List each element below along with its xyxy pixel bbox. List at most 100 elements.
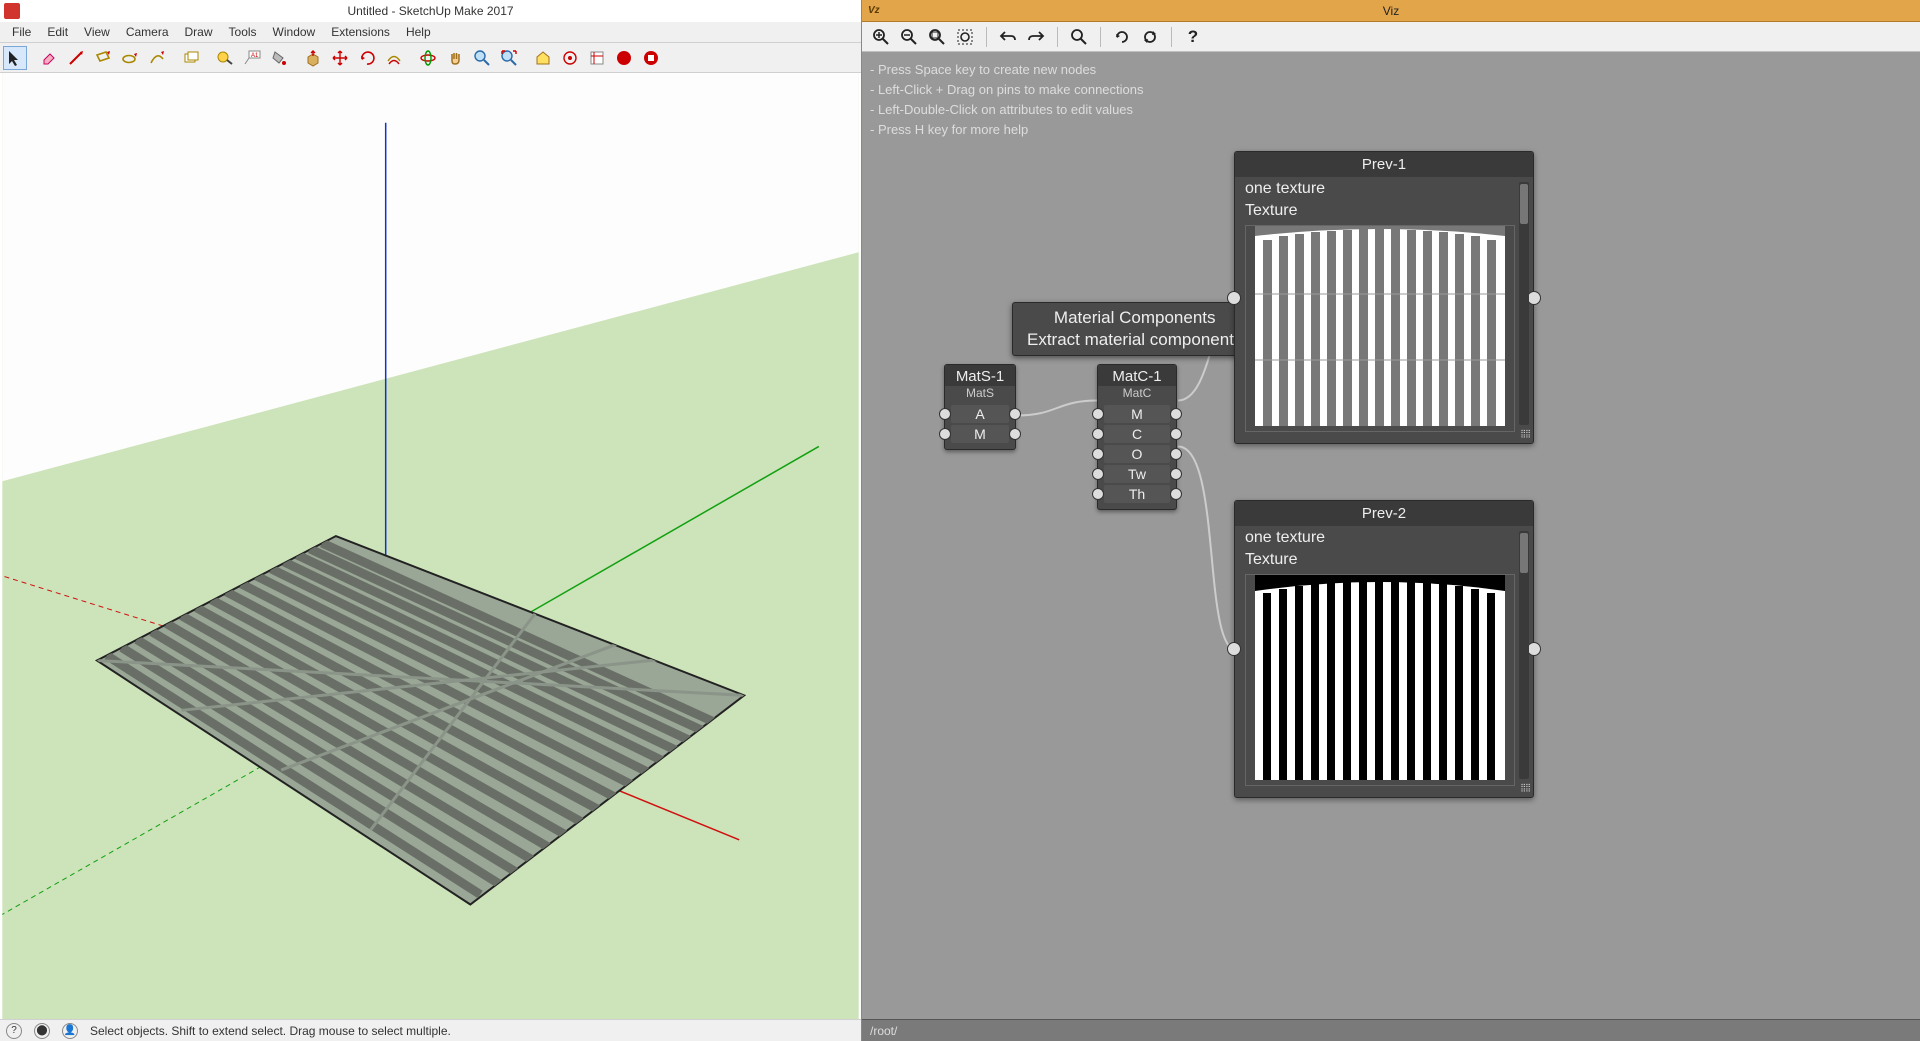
tool-pushpull[interactable]: [301, 46, 325, 70]
pin-out[interactable]: [1009, 408, 1021, 420]
preview-label: Texture: [1235, 199, 1533, 221]
menu-draw[interactable]: Draw: [177, 23, 221, 41]
tool-offset[interactable]: [382, 46, 406, 70]
zoom-fit-icon[interactable]: [924, 25, 950, 49]
help-icon[interactable]: ?: [1180, 25, 1206, 49]
tool-extension-warehouse[interactable]: [558, 46, 582, 70]
node-attr[interactable]: O: [1104, 445, 1170, 463]
sketchup-titlebar: Untitled - SketchUp Make 2017: [0, 0, 861, 22]
node-prev2[interactable]: Prev-2 one texture Texture: [1234, 500, 1534, 798]
node-attr[interactable]: C: [1104, 425, 1170, 443]
tool-arc[interactable]: [145, 46, 169, 70]
pin-in[interactable]: [939, 408, 951, 420]
tool-tape-measure[interactable]: [213, 46, 237, 70]
status-icon-geo[interactable]: ⬤: [34, 1023, 50, 1039]
menu-file[interactable]: File: [4, 23, 39, 41]
pin-in[interactable]: [1227, 291, 1241, 305]
viz-statusbar: /root/: [862, 1019, 1920, 1041]
pin-out[interactable]: [1170, 448, 1182, 460]
zoom-out-icon[interactable]: [896, 25, 922, 49]
pin-out[interactable]: [1009, 428, 1021, 440]
refresh-all-icon[interactable]: [1137, 25, 1163, 49]
tool-layout[interactable]: [585, 46, 609, 70]
pin-out[interactable]: [1170, 408, 1182, 420]
pin-out[interactable]: [1527, 642, 1541, 656]
menu-extensions[interactable]: Extensions: [323, 23, 398, 41]
menu-help[interactable]: Help: [398, 23, 439, 41]
pin-in[interactable]: [1092, 408, 1104, 420]
undo-icon[interactable]: [995, 25, 1021, 49]
tool-extension1[interactable]: [612, 46, 636, 70]
viz-canvas[interactable]: Press Space key to create new nodes Left…: [862, 52, 1920, 1019]
viz-app-icon: Vz: [868, 5, 880, 16]
tool-extension2[interactable]: [639, 46, 663, 70]
sketchup-viewport[interactable]: [0, 73, 861, 1019]
tool-warehouse[interactable]: [531, 46, 555, 70]
node-matc[interactable]: MatC-1 MatC M C O Tw Th: [1097, 364, 1177, 510]
menu-camera[interactable]: Camera: [118, 23, 177, 41]
node-attr[interactable]: M: [1104, 405, 1170, 423]
pin-in[interactable]: [1092, 488, 1104, 500]
sketchup-title: Untitled - SketchUp Make 2017: [347, 4, 513, 18]
node-title: MatS-1: [945, 365, 1015, 386]
tool-rotate[interactable]: [355, 46, 379, 70]
viz-titlebar: Vz Viz: [862, 0, 1920, 22]
sketchup-menubar[interactable]: File Edit View Camera Draw Tools Window …: [0, 22, 861, 43]
pin-in[interactable]: [1092, 468, 1104, 480]
tool-make-component[interactable]: [179, 46, 203, 70]
menu-view[interactable]: View: [76, 23, 118, 41]
find-icon[interactable]: [1066, 25, 1092, 49]
tool-orbit[interactable]: [416, 46, 440, 70]
tool-circle[interactable]: [118, 46, 142, 70]
tool-zoom-extents[interactable]: [497, 46, 521, 70]
svg-text:A1: A1: [251, 53, 259, 59]
viz-toolbar[interactable]: ?: [862, 22, 1920, 52]
pin-in[interactable]: [939, 428, 951, 440]
sketchup-statusbar: ? ⬤ 👤 Select objects. Shift to extend se…: [0, 1019, 861, 1041]
zoom-selection-icon[interactable]: [952, 25, 978, 49]
tool-zoom[interactable]: [470, 46, 494, 70]
viz-window: Vz Viz ? Press Space key to create new n…: [862, 0, 1920, 1041]
pin-out[interactable]: [1170, 428, 1182, 440]
menu-edit[interactable]: Edit: [39, 23, 76, 41]
redo-icon[interactable]: [1023, 25, 1049, 49]
status-icon-user[interactable]: 👤: [62, 1023, 78, 1039]
pin-in[interactable]: [1092, 428, 1104, 440]
tool-rectangle[interactable]: [91, 46, 115, 70]
node-attr[interactable]: M: [951, 425, 1009, 443]
tool-select[interactable]: [3, 46, 27, 70]
pin-out[interactable]: [1170, 488, 1182, 500]
tool-line[interactable]: [64, 46, 88, 70]
tool-move[interactable]: [328, 46, 352, 70]
tool-text[interactable]: A1: [240, 46, 264, 70]
node-attr[interactable]: Th: [1104, 485, 1170, 503]
viz-path: /root/: [870, 1024, 897, 1038]
node-subtitle: MatS: [945, 386, 1015, 403]
pin-in[interactable]: [1227, 642, 1241, 656]
sketchup-toolbar[interactable]: A1: [0, 43, 861, 73]
node-prev1[interactable]: Prev-1 one texture Texture: [1234, 151, 1534, 444]
tool-eraser[interactable]: [37, 46, 61, 70]
node-attr[interactable]: A: [951, 405, 1009, 423]
pin-out[interactable]: [1170, 468, 1182, 480]
status-text: Select objects. Shift to extend select. …: [90, 1024, 451, 1038]
pin-in[interactable]: [1092, 448, 1104, 460]
node-title: Prev-1: [1235, 152, 1533, 177]
menu-window[interactable]: Window: [265, 23, 324, 41]
resize-grip-icon[interactable]: ⣿⣿: [1516, 429, 1530, 441]
preview-label: Texture: [1235, 548, 1533, 570]
zoom-in-icon[interactable]: [868, 25, 894, 49]
tool-paint[interactable]: [267, 46, 291, 70]
menu-tools[interactable]: Tools: [221, 23, 265, 41]
resize-grip-icon[interactable]: ⣿⣿: [1516, 783, 1530, 795]
node-title: MatC-1: [1098, 365, 1176, 386]
status-icon-help[interactable]: ?: [6, 1023, 22, 1039]
scrollbar[interactable]: [1519, 182, 1529, 425]
node-attr[interactable]: Tw: [1104, 465, 1170, 483]
tool-pan[interactable]: [443, 46, 467, 70]
node-mats[interactable]: MatS-1 MatS A M: [944, 364, 1016, 450]
node-title: Prev-2: [1235, 501, 1533, 526]
pin-out[interactable]: [1527, 291, 1541, 305]
refresh-icon[interactable]: [1109, 25, 1135, 49]
scrollbar[interactable]: [1519, 531, 1529, 779]
